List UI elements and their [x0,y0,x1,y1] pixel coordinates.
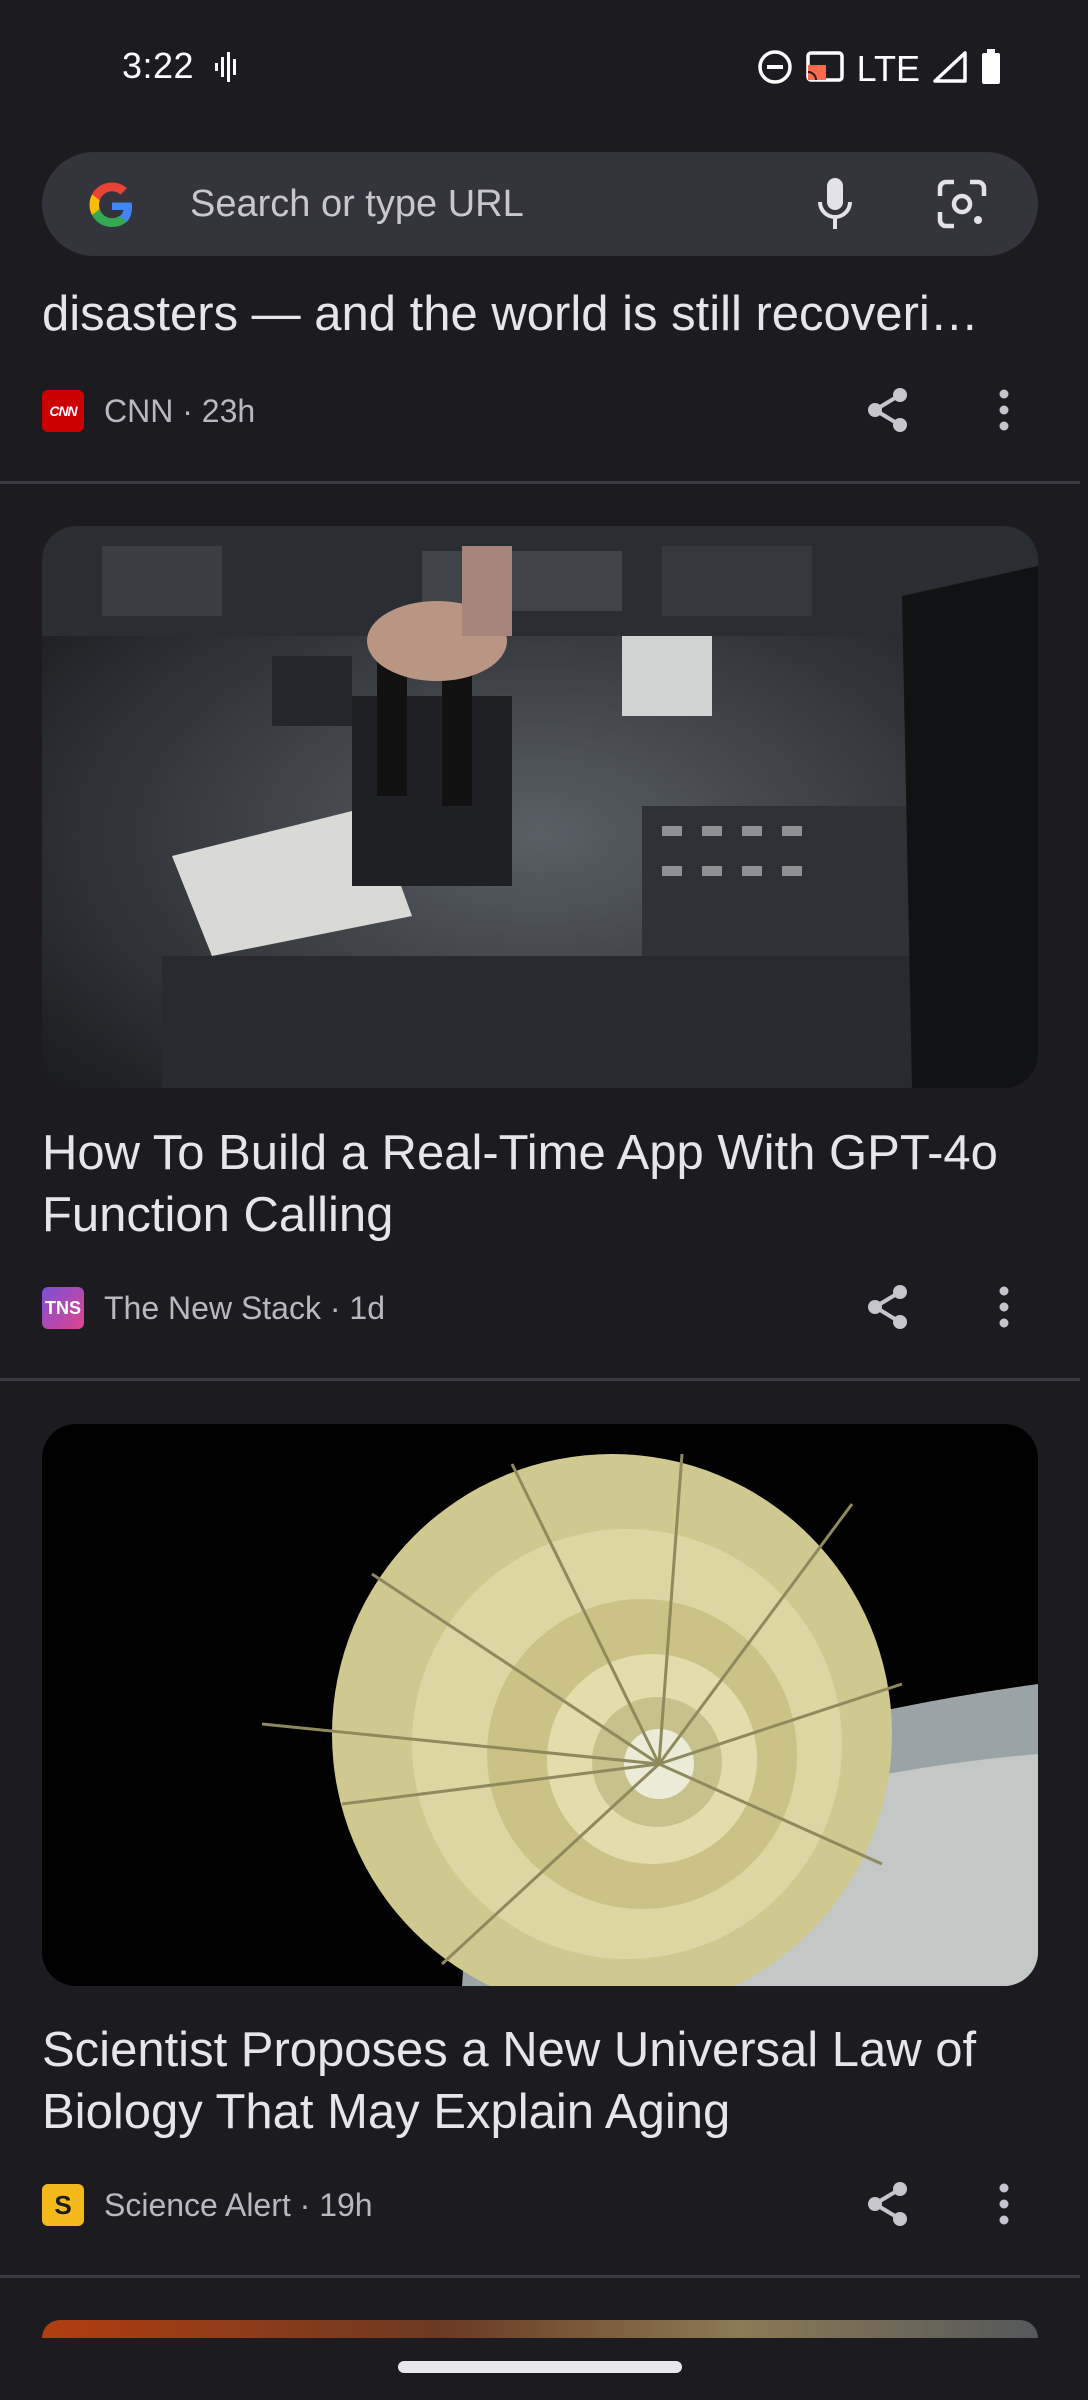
divider [0,1378,1080,1381]
status-bar: 3:22 LTE [0,0,1088,134]
article-meta: TNS The New Stack · 1d [42,1286,385,1330]
more-options-icon[interactable] [996,388,1012,437]
cnn-logo-icon: CNN [42,390,84,432]
article-headline[interactable]: How To Build a Real-Time App With GPT-4o… [42,1122,1042,1246]
the-new-stack-logo-icon: TNS [42,1287,84,1329]
more-options-icon[interactable] [996,2182,1012,2231]
share-icon[interactable] [866,2180,910,2233]
article-source: The New Stack · 1d [104,1289,385,1326]
article-meta: S Science Alert · 19h [42,2183,373,2227]
google-lens-icon[interactable] [936,178,988,235]
science-alert-logo-icon: S [42,2184,84,2226]
signal-icon [932,50,968,89]
google-logo-icon [86,180,138,237]
search-bar[interactable]: Search or type URL [42,152,1038,256]
article-image[interactable] [42,2320,1038,2338]
divider [0,2275,1080,2278]
article-image[interactable] [42,526,1038,1088]
share-icon[interactable] [866,386,910,439]
article-source: Science Alert · 19h [104,2186,373,2223]
battery-icon [980,48,1002,90]
sound-wave-icon [214,52,240,87]
cast-icon [805,50,845,89]
article-headline[interactable]: Scientist Proposes a New Universal Law o… [42,2019,1042,2143]
article-image[interactable] [42,1424,1038,1986]
status-time: 3:22 [122,45,195,86]
status-icons: LTE [757,48,1002,90]
article-headline[interactable]: disasters — and the world is still recov… [42,283,1042,345]
home-indicator[interactable] [398,2361,682,2373]
search-input[interactable]: Search or type URL [190,183,524,226]
more-options-icon[interactable] [996,1285,1012,1334]
divider [0,481,1080,484]
microphone-icon[interactable] [815,176,855,237]
do-not-disturb-icon [757,49,793,90]
share-icon[interactable] [866,1283,910,1336]
network-type: LTE [856,48,920,89]
article-meta: CNN CNN · 23h [42,389,255,433]
article-source: CNN · 23h [104,392,256,429]
